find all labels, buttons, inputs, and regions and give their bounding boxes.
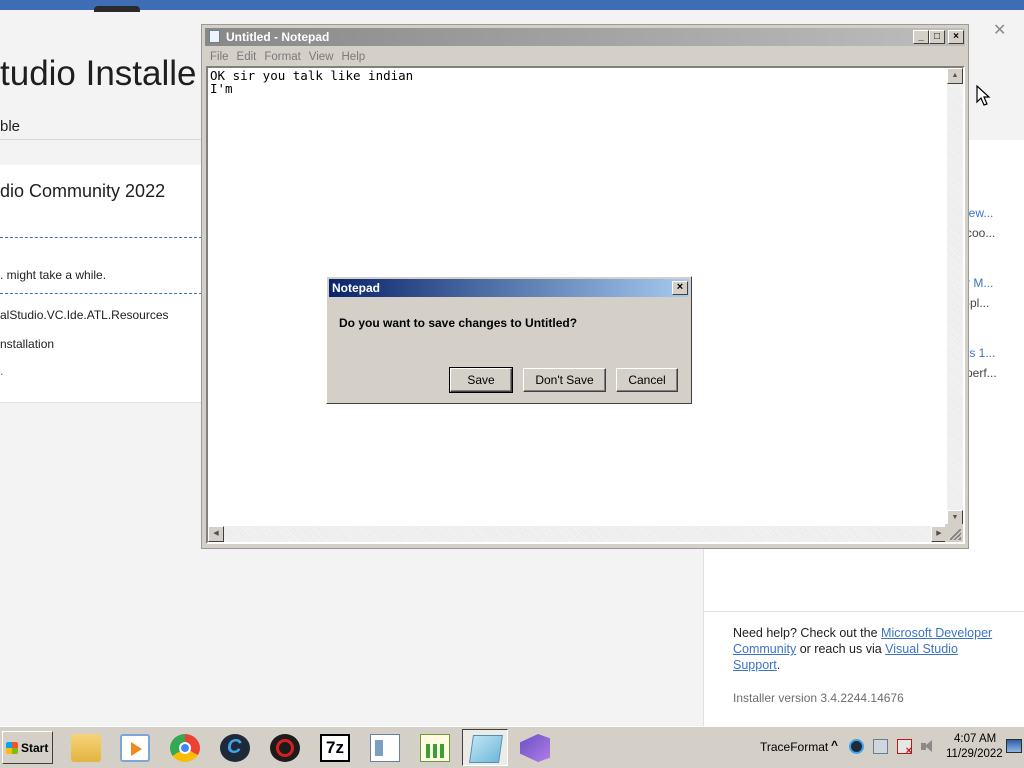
more-link[interactable]: . <box>0 364 3 378</box>
notepad-icon <box>209 30 220 43</box>
menu-edit[interactable]: Edit <box>237 48 257 66</box>
dialog-title: Notepad <box>332 281 380 295</box>
save-button[interactable]: Save <box>449 367 513 393</box>
progress-divider <box>0 293 202 294</box>
notepad-content[interactable]: OK sir you talk like indian I'm <box>210 69 413 95</box>
tray-expand-icon[interactable]: ^ <box>831 738 838 752</box>
current-package: alStudio.VC.Ide.ATL.Resources <box>0 308 169 322</box>
visual-studio-installer-icon <box>520 734 550 762</box>
minimize-button[interactable]: _ <box>913 30 929 44</box>
menu-help[interactable]: Help <box>342 48 366 66</box>
taskbar-item-vs-installer[interactable] <box>512 729 558 766</box>
menu-view[interactable]: View <box>309 48 334 66</box>
news-link[interactable]: ts 1... <box>966 346 1024 360</box>
vs-installer-titlebar <box>0 0 1024 12</box>
installation-status: nstallation <box>0 337 55 351</box>
tray-label[interactable]: TraceFormat <box>760 740 828 754</box>
clock-time[interactable]: 4:07 AM <box>954 733 996 745</box>
taskbar-item-explorer[interactable] <box>63 729 109 766</box>
chrome-icon <box>170 734 200 762</box>
news-link[interactable]: iew... <box>966 206 1024 220</box>
news-description: -pl... <box>966 296 990 310</box>
vertical-scrollbar[interactable]: ▲ ▼ <box>947 68 963 526</box>
notepad-title: Untitled - Notepad <box>226 30 330 44</box>
scroll-left-button[interactable]: ◀ <box>208 526 224 542</box>
taskbar-item-notepad[interactable] <box>462 729 508 766</box>
resize-grip[interactable] <box>945 524 963 542</box>
network-icon[interactable] <box>873 739 888 754</box>
help-middle: or reach us via <box>796 642 886 656</box>
help-prefix: Need help? Check out the <box>733 626 882 640</box>
media-player-icon <box>120 734 150 762</box>
security-alert-icon[interactable] <box>897 739 912 757</box>
save-changes-dialog: Notepad × Do you want to save changes to… <box>326 276 692 404</box>
tab-separator <box>0 139 202 140</box>
taskbar-item-chrome[interactable] <box>162 729 208 766</box>
red-app-icon <box>270 734 300 762</box>
news-description: coo... <box>966 226 996 240</box>
progress-message: . might take a while. <box>0 268 107 282</box>
notepad-icon <box>469 735 503 763</box>
installer-version: Installer version 3.4.2244.14676 <box>733 691 904 705</box>
dont-save-button[interactable]: Don't Save <box>523 368 606 392</box>
scroll-up-button[interactable]: ▲ <box>947 68 963 84</box>
ccleaner-icon <box>220 734 250 762</box>
folder-icon <box>71 734 101 762</box>
dialog-close-button[interactable]: × <box>672 281 688 295</box>
cancel-button[interactable]: Cancel <box>616 368 678 392</box>
taskbar-item-red-app[interactable] <box>262 729 308 766</box>
help-text: Need help? Check out the Microsoft Devel… <box>733 625 1003 673</box>
news-description: perf... <box>966 366 997 380</box>
vs-installer-available-tab[interactable]: ble <box>0 118 20 135</box>
chart-app-icon <box>420 734 450 762</box>
maximize-button[interactable]: □ <box>929 30 945 44</box>
taskbar: Start TraceFormat ^ 4:07 AM 11/29/2022 <box>0 726 1024 768</box>
help-suffix: . <box>776 658 781 672</box>
close-button[interactable]: × <box>948 30 964 44</box>
windows-logo-icon <box>6 742 18 754</box>
taskbar-item-chart[interactable] <box>412 729 458 766</box>
volume-icon[interactable] <box>920 739 935 754</box>
taskbar-item-document[interactable] <box>362 729 408 766</box>
ccleaner-tray-icon[interactable] <box>849 739 864 754</box>
start-label: Start <box>21 741 49 755</box>
progress-divider <box>0 237 202 238</box>
horizontal-scrollbar[interactable]: ◀ ▶ <box>208 526 947 542</box>
show-desktop-icon[interactable] <box>1006 739 1022 753</box>
titlebar-tab <box>94 6 140 12</box>
vs-installer-close-button[interactable]: ✕ <box>993 20 1006 40</box>
product-name: dio Community 2022 <box>0 181 166 201</box>
vs-installer-title: tudio Installe <box>0 54 197 93</box>
menu-file[interactable]: File <box>210 48 229 66</box>
taskbar-item-ccleaner[interactable] <box>212 729 258 766</box>
menu-format[interactable]: Format <box>264 48 300 66</box>
dialog-titlebar[interactable]: Notepad × <box>329 279 689 297</box>
notepad-menubar: File Edit Format View Help <box>206 47 369 65</box>
taskbar-item-media[interactable] <box>112 729 158 766</box>
clock-date[interactable]: 11/29/2022 <box>946 748 1003 760</box>
notepad-titlebar[interactable]: Untitled - Notepad _ □ × <box>205 28 965 46</box>
start-button[interactable]: Start <box>2 731 53 764</box>
help-separator <box>703 611 1024 612</box>
document-icon <box>370 734 400 762</box>
taskbar-item-7zip[interactable] <box>312 729 358 766</box>
news-link[interactable]: r M... <box>966 276 1024 290</box>
dialog-message: Do you want to save changes to Untitled? <box>339 316 578 330</box>
7zip-icon <box>320 734 350 762</box>
